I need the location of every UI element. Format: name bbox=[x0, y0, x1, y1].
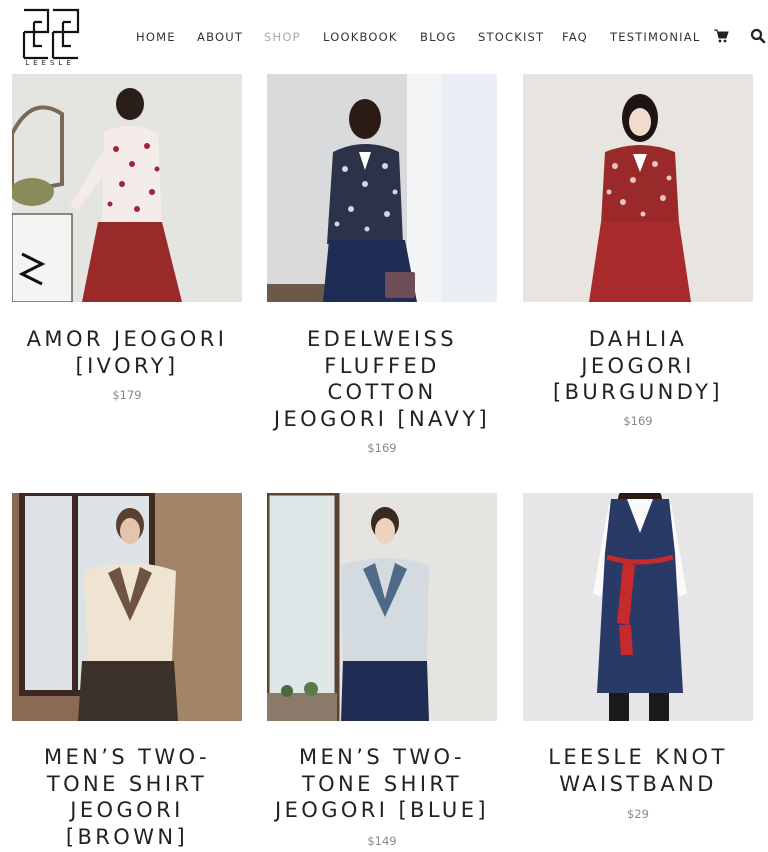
product-price: $169 bbox=[367, 441, 397, 455]
product-grid: AMOR JEOGORI [IVORY] $179 EDELWEISS FLUF… bbox=[0, 0, 768, 852]
product-title-line: JEOGORI bbox=[70, 798, 184, 822]
product-price: $179 bbox=[112, 388, 142, 402]
product-title-line: LEESLE KNOT bbox=[548, 745, 728, 769]
product-price: $149 bbox=[367, 834, 397, 848]
product-title-line: WAISTBAND bbox=[559, 771, 717, 796]
product-price: $169 bbox=[623, 414, 653, 428]
product-title-line: COTTON bbox=[327, 380, 437, 404]
product-title-line: JEOGORI bbox=[581, 353, 695, 378]
product-title-line: [BURGUNDY] bbox=[553, 380, 723, 404]
product-title[interactable]: DAHLIA JEOGORI [BURGUNDY] bbox=[513, 326, 763, 406]
product-image[interactable] bbox=[267, 493, 497, 721]
product-title-line: MEN’S TWO- bbox=[298, 745, 466, 769]
product-title[interactable]: EDELWEISS FLUFFED COTTON JEOGORI [NAVY] bbox=[257, 326, 507, 432]
product-title-line: TONE SHIRT bbox=[46, 771, 208, 796]
product-price: $29 bbox=[627, 807, 649, 821]
product-image[interactable] bbox=[523, 74, 753, 302]
product-title-line: EDELWEISS bbox=[307, 327, 457, 351]
product-title[interactable]: AMOR JEOGORI [IVORY] bbox=[2, 326, 252, 379]
product-title-line: JEOGORI [BLUE] bbox=[275, 798, 489, 822]
product-title-line: [IVORY] bbox=[75, 353, 179, 378]
product-title[interactable]: MEN’S TWO- TONE SHIRT JEOGORI [BLUE] bbox=[257, 744, 507, 824]
product-title[interactable]: LEESLE KNOT WAISTBAND bbox=[513, 744, 763, 797]
product-image[interactable] bbox=[12, 493, 242, 721]
product-title[interactable]: MEN’S TWO- TONE SHIRT JEOGORI [BROWN] bbox=[2, 744, 252, 850]
product-image[interactable] bbox=[523, 493, 753, 721]
product-title-line: [BROWN] bbox=[65, 824, 189, 849]
product-title-line: TONE SHIRT bbox=[301, 771, 463, 796]
product-title-line: MEN’S TWO- bbox=[43, 745, 211, 769]
product-image[interactable] bbox=[12, 74, 242, 302]
product-title-line: JEOGORI [NAVY] bbox=[273, 406, 491, 431]
product-image[interactable] bbox=[267, 74, 497, 302]
product-title-line: FLUFFED bbox=[324, 353, 440, 378]
product-title-line: DAHLIA bbox=[588, 327, 688, 351]
product-title-line: AMOR JEOGORI bbox=[26, 327, 228, 351]
